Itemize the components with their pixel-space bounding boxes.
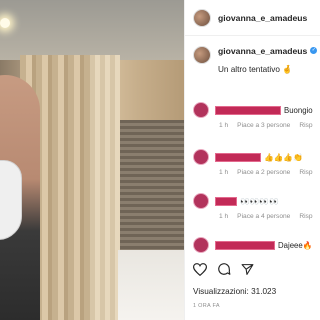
video-player[interactable] [0, 0, 184, 320]
comment-text: Dajeee🔥 [278, 240, 313, 250]
comment-3: 👀👀👀👀 1 h Piace a 4 persone Risp [193, 193, 320, 220]
share-icon[interactable] [241, 263, 254, 276]
comment-reply[interactable]: Risp [299, 213, 312, 220]
window-light [118, 250, 184, 320]
view-count: Visualizzazioni: 31.023 [193, 287, 277, 296]
redacted-username [215, 105, 281, 115]
curtain-right [90, 55, 120, 320]
caption-avatar[interactable] [193, 46, 211, 64]
post-caption: giovanna_e_amadeus ✓ Un altro tentativo … [193, 46, 320, 75]
face-mask [0, 160, 22, 240]
post-header: giovanna_e_amadeus [185, 0, 320, 36]
comment-text: 👀👀👀👀 [240, 196, 279, 206]
comment-text: 👍👍👍👏 [264, 152, 303, 162]
ceiling [0, 0, 184, 60]
comment-2: 👍👍👍👏 1 h Piace a 2 persone Risp [193, 149, 320, 176]
redacted-username [215, 240, 275, 250]
action-bar [193, 262, 264, 276]
comment-likes[interactable]: Piace a 2 persone [237, 169, 290, 176]
comment-4: Dajeee🔥 [193, 237, 320, 253]
redacted-username [215, 152, 261, 162]
post-timestamp[interactable]: 1 ORA FA [193, 303, 220, 309]
comment-avatar[interactable] [193, 193, 209, 209]
comment-text: Buongio [284, 105, 313, 115]
comment-1: Buongio 1 h Piace a 3 persone Risp [193, 102, 320, 129]
comment-reply[interactable]: Risp [299, 169, 312, 176]
redacted-username [215, 196, 237, 206]
comment-time: 1 h [219, 213, 229, 220]
comment-likes[interactable]: Piace a 4 persone [237, 213, 290, 220]
comment-reply[interactable]: Risp [299, 122, 312, 129]
comment-icon[interactable] [217, 262, 231, 276]
caption-body: Un altro tentativo [218, 65, 280, 74]
verified-badge-icon: ✓ [310, 47, 318, 54]
comment-time: 1 h [219, 122, 229, 129]
heart-icon[interactable] [193, 262, 207, 276]
caption-text: Un altro tentativo 🤞 [218, 65, 320, 75]
comment-likes[interactable]: Piace a 3 persone [237, 122, 290, 129]
caption-emoji: 🤞 [282, 65, 293, 74]
comment-avatar[interactable] [193, 149, 209, 165]
comment-avatar[interactable] [193, 102, 209, 118]
avatar[interactable] [193, 8, 211, 27]
post-panel: giovanna_e_amadeus giovanna_e_amadeus ✓ … [184, 0, 320, 320]
comment-avatar[interactable] [193, 237, 209, 253]
header-username[interactable]: giovanna_e_amadeus [218, 13, 307, 23]
ceiling-lamp [0, 18, 10, 28]
caption-username[interactable]: giovanna_e_amadeus [218, 46, 307, 56]
comment-time: 1 h [219, 169, 229, 176]
